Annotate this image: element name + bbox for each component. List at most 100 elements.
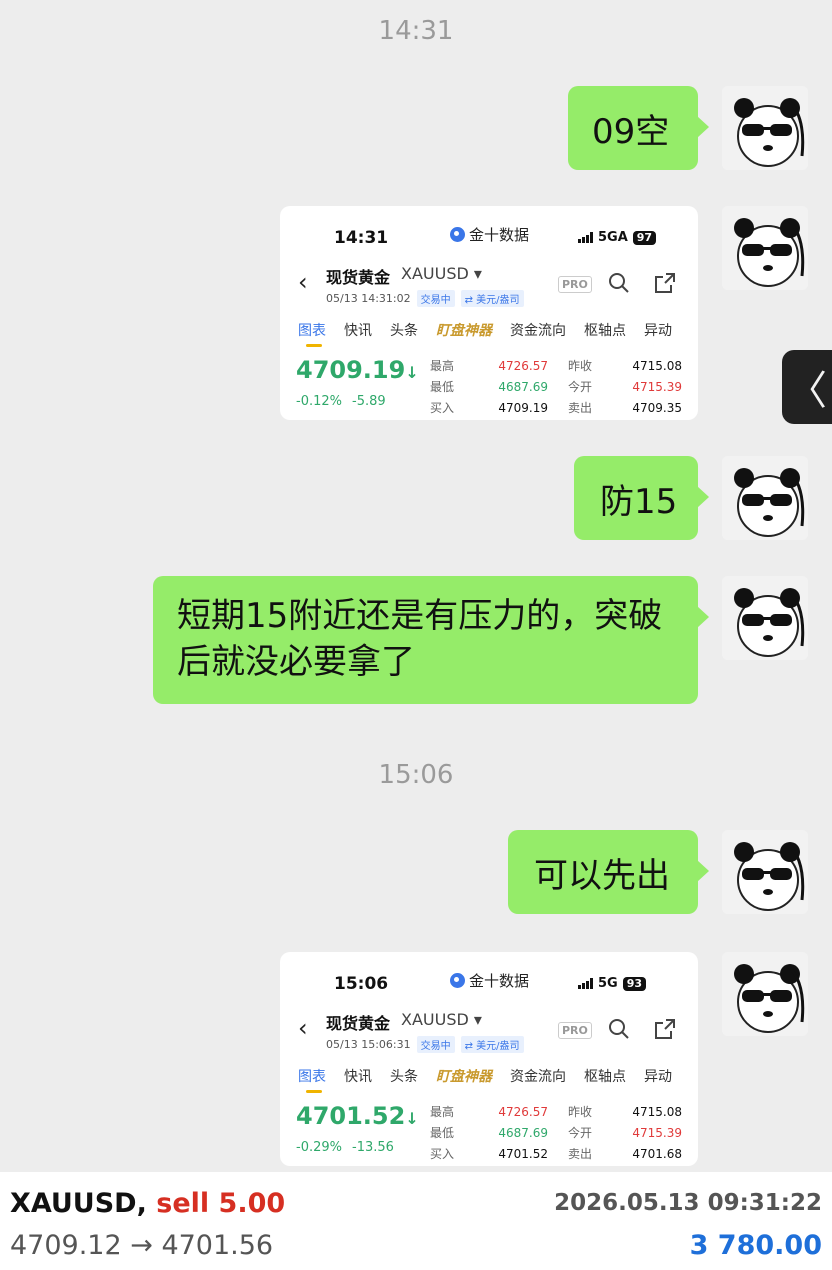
trade-side: sell 5.00 — [156, 1188, 286, 1219]
share-icon — [655, 273, 675, 293]
panda-avatar-icon[interactable] — [722, 456, 808, 540]
battery-level: 97 — [632, 230, 657, 245]
low-value: 4687.69 — [498, 1126, 548, 1140]
price-change: -0.12% -5.89 — [296, 394, 386, 409]
panda-avatar-icon[interactable] — [722, 830, 808, 914]
trade-profit: 3 780.00 — [689, 1230, 822, 1261]
timestamp: 15:06 — [378, 760, 454, 790]
trade-prices: 4709.12 → 4701.56 — [10, 1230, 274, 1261]
high-value: 4726.57 — [498, 1105, 548, 1119]
panda-avatar-icon[interactable] — [722, 86, 808, 170]
prev-close-value: 4715.08 — [632, 359, 682, 373]
tab-fund-flow: 资金流向 — [510, 323, 566, 339]
tab-flash: 快讯 — [344, 1069, 372, 1085]
status-bar: 15:06 金十数据 5G 93 — [280, 952, 698, 1000]
tab-watch-tool: 盯盘神器 — [436, 1069, 492, 1085]
timestamp: 14:31 — [378, 16, 454, 46]
app-indicator: 金十数据 — [450, 224, 529, 245]
quote-stats: 最高 4726.57 昨收 4715.08 最低 4687.69 今开 4715.39 买入… — [430, 356, 682, 419]
message-text: 防15 — [600, 481, 678, 522]
message-bubble[interactable]: 短期15附近还是有压力的，突破后就没必要拿了 — [153, 576, 709, 704]
app-indicator: 金十数据 — [450, 970, 529, 991]
share-icon — [655, 1019, 675, 1039]
tab-anomaly: 异动 — [644, 323, 672, 339]
status-time: 15:06 — [334, 974, 389, 994]
tab-pivot: 枢轴点 — [584, 323, 626, 339]
battery-level: 93 — [622, 976, 647, 991]
quote-header: ‹ 现货黄金 XAUUSD ▾ 05/13 15:06:31 交易中 ⇄ 美元/… — [280, 1008, 698, 1056]
tab-chart: 图表 — [298, 1066, 326, 1093]
side-collapse-tab[interactable]: 〈 — [782, 350, 832, 424]
open-value: 4715.39 — [632, 1126, 682, 1140]
quote-datetime: 05/13 14:31:02 — [326, 292, 411, 305]
message-text: 短期15附近还是有压力的，突破后就没必要拿了 — [177, 596, 663, 682]
message-bubble[interactable]: 09空 — [568, 86, 709, 170]
change-percent: -0.12% — [296, 394, 342, 409]
ask-value: 4709.35 — [632, 401, 682, 415]
change-amount: -5.89 — [352, 394, 386, 409]
back-chevron-icon: ‹ — [298, 1014, 308, 1042]
down-arrow-icon: ↓ — [405, 1109, 419, 1128]
app-logo-icon — [450, 973, 465, 988]
panda-avatar-icon[interactable] — [722, 206, 808, 290]
network-label: 5G — [598, 976, 618, 991]
quote-stats: 最高 4726.57 昨收 4715.08 最低 4687.69 今开 4715.39 买入… — [430, 1102, 682, 1165]
message-bubble[interactable]: 可以先出 — [508, 830, 709, 914]
message-bubble[interactable]: 防15 — [574, 456, 709, 540]
tab-headlines: 头条 — [390, 323, 418, 339]
panda-avatar-icon[interactable] — [722, 576, 808, 660]
currency-tag: ⇄ 美元/盎司 — [460, 290, 524, 307]
back-chevron-icon: ‹ — [298, 268, 308, 296]
signal-icon — [578, 978, 593, 989]
status-bar: 14:31 金十数据 5GA 97 — [280, 206, 698, 254]
bid-value: 4709.19 — [498, 401, 548, 415]
trade-status-tag: 交易中 — [416, 1036, 455, 1053]
trade-datetime: 2026.05.13 09:31:22 — [554, 1190, 822, 1216]
quote-tabs: 图表 快讯 头条 盯盘神器 资金流向 枢轴点 异动 — [298, 320, 688, 347]
currency-tag: ⇄ 美元/盎司 — [460, 1036, 524, 1053]
quote-screenshot-card[interactable]: 14:31 金十数据 5GA 97 ‹ 现货黄金 XAUUSD ▾ 05/13 … — [280, 206, 698, 420]
bid-value: 4701.52 — [498, 1147, 548, 1161]
quote-tabs: 图表 快讯 头条 盯盘神器 资金流向 枢轴点 异动 — [298, 1066, 688, 1093]
tab-fund-flow: 资金流向 — [510, 1069, 566, 1085]
instrument-symbol: XAUUSD ▾ — [401, 264, 482, 283]
quote-screenshot-card[interactable]: 15:06 金十数据 5G 93 ‹ 现货黄金 XAUUSD ▾ 05/13 1… — [280, 952, 698, 1166]
change-amount: -13.56 — [352, 1140, 394, 1155]
app-name: 金十数据 — [469, 226, 530, 244]
trade-record: XAUUSD, sell 5.00 2026.05.13 09:31:22 47… — [0, 1172, 832, 1270]
tab-headlines: 头条 — [390, 1069, 418, 1085]
search-icon — [609, 1019, 629, 1039]
quote-datetime: 05/13 15:06:31 — [326, 1038, 411, 1051]
chevron-left-icon: 〈 — [787, 368, 827, 414]
trade-status-tag: 交易中 — [416, 290, 455, 307]
tab-pivot: 枢轴点 — [584, 1069, 626, 1085]
pro-badge: PRO — [558, 1022, 592, 1039]
tab-anomaly: 异动 — [644, 1069, 672, 1085]
down-arrow-icon: ↓ — [405, 363, 419, 382]
current-price: 4701.52↓ — [296, 1102, 419, 1130]
tab-flash: 快讯 — [344, 323, 372, 339]
open-value: 4715.39 — [632, 380, 682, 394]
quote-subline: 05/13 14:31:02 交易中 ⇄ 美元/盎司 — [326, 290, 524, 307]
app-name: 金十数据 — [469, 972, 530, 990]
trade-symbol: XAUUSD, sell 5.00 — [10, 1188, 286, 1219]
low-value: 4687.69 — [498, 380, 548, 394]
app-logo-icon — [450, 227, 465, 242]
current-price: 4709.19↓ — [296, 356, 419, 384]
price-change: -0.29% -13.56 — [296, 1140, 394, 1155]
message-text: 09空 — [592, 111, 670, 152]
search-icon — [609, 273, 629, 293]
instrument-title: 现货黄金 — [326, 1014, 391, 1033]
quote-subline: 05/13 15:06:31 交易中 ⇄ 美元/盎司 — [326, 1036, 524, 1053]
network-label: 5GA — [598, 230, 628, 245]
ask-value: 4701.68 — [632, 1147, 682, 1161]
pro-badge: PRO — [558, 276, 592, 293]
status-time: 14:31 — [334, 228, 389, 248]
tab-chart: 图表 — [298, 320, 326, 347]
change-percent: -0.29% — [296, 1140, 342, 1155]
quote-header: ‹ 现货黄金 XAUUSD ▾ 05/13 14:31:02 交易中 ⇄ 美元/… — [280, 262, 698, 310]
prev-close-value: 4715.08 — [632, 1105, 682, 1119]
signal-icon — [578, 232, 593, 243]
high-value: 4726.57 — [498, 359, 548, 373]
panda-avatar-icon[interactable] — [722, 952, 808, 1036]
